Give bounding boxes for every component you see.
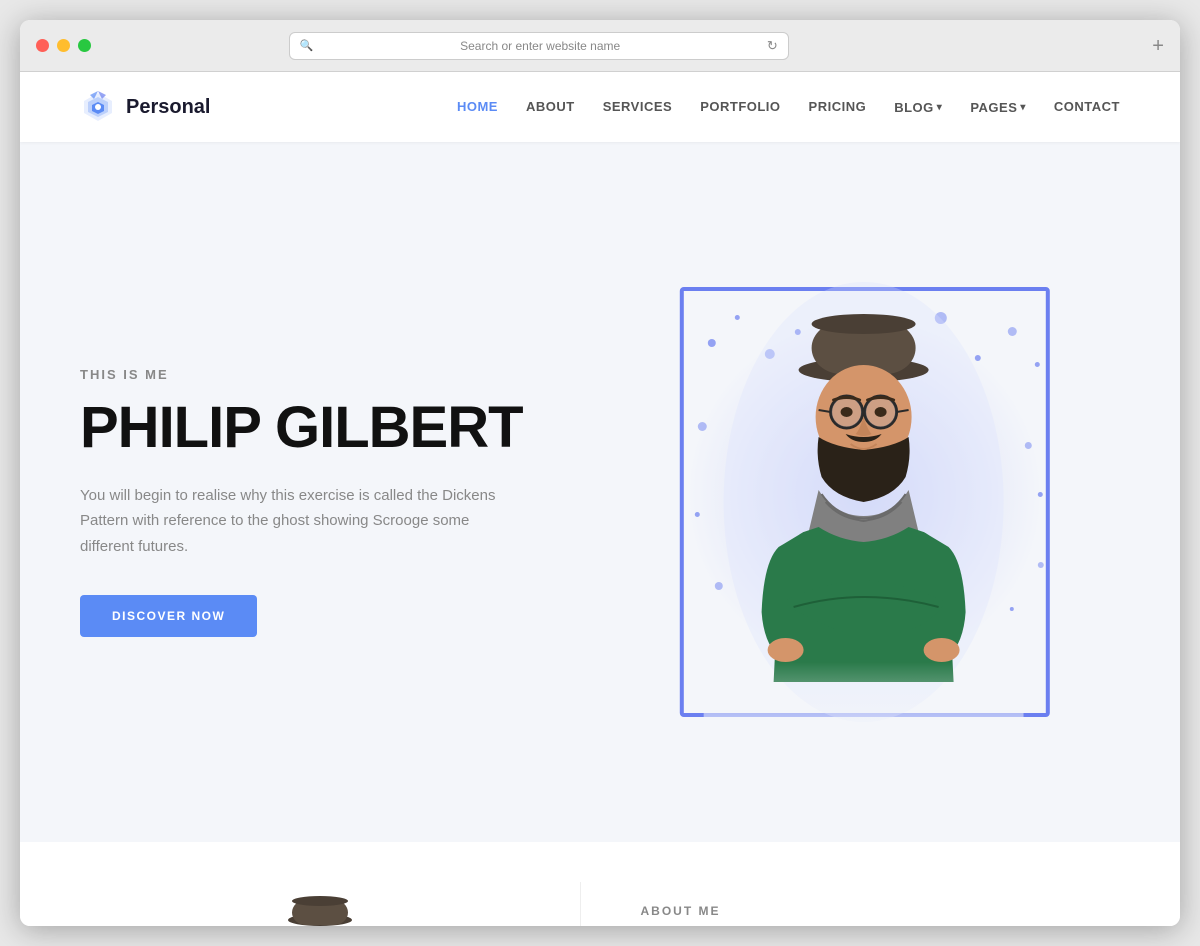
person-svg	[704, 262, 1024, 742]
dot	[1038, 562, 1044, 568]
website-content: Personal HOME ABOUT SERVICES PORTFOLIO P…	[20, 72, 1180, 926]
nav-link-blog[interactable]: BLOG ▾	[894, 100, 942, 115]
person-illustration	[694, 262, 1034, 762]
nav-link-services[interactable]: SERVICES	[603, 99, 673, 114]
refresh-icon[interactable]: ↻	[767, 38, 778, 54]
browser-window: 🔍 Search or enter website name ↻ + Perso…	[20, 20, 1180, 926]
nav-link-about[interactable]: ABOUT	[526, 99, 575, 114]
search-icon: 🔍	[300, 39, 314, 52]
hero-section: THIS IS ME PHILIP GILBERT You will begin…	[20, 142, 1180, 842]
hero-subtitle: THIS IS ME	[80, 367, 580, 382]
hero-description: You will begin to realise why this exerc…	[80, 483, 500, 560]
address-bar[interactable]: 🔍 Search or enter website name ↻	[289, 32, 789, 60]
logo-text: Personal	[126, 96, 210, 119]
nav-link-pricing[interactable]: PRICING	[809, 99, 867, 114]
hero-title: PHILIP GILBERT	[80, 398, 580, 459]
nav-item-services[interactable]: SERVICES	[603, 98, 673, 116]
section-divider	[580, 882, 581, 926]
minimize-button[interactable]	[57, 39, 70, 52]
dot	[1038, 492, 1043, 497]
maximize-button[interactable]	[78, 39, 91, 52]
dot	[1035, 362, 1040, 367]
nav-link-home[interactable]: HOME	[457, 99, 498, 114]
navbar: Personal HOME ABOUT SERVICES PORTFOLIO P…	[20, 72, 1180, 142]
browser-chrome: 🔍 Search or enter website name ↻ +	[20, 20, 1180, 72]
about-person-thumbnail	[80, 882, 560, 926]
nav-item-portfolio[interactable]: PORTFOLIO	[700, 98, 780, 116]
about-label: ABOUT ME	[641, 904, 1121, 918]
logo-icon	[80, 89, 116, 125]
thumbnail-person	[250, 882, 390, 926]
about-text-preview: ABOUT ME PERSONAL DETAILS	[601, 882, 1121, 926]
nav-link-pages[interactable]: PAGES ▾	[970, 100, 1026, 115]
nav-item-pricing[interactable]: PRICING	[809, 98, 867, 116]
nav-item-blog[interactable]: BLOG ▾	[894, 100, 942, 115]
nav-link-contact[interactable]: CONTACT	[1054, 99, 1120, 114]
nav-item-pages[interactable]: PAGES ▾	[970, 100, 1026, 115]
nav-item-contact[interactable]: CONTACT	[1054, 98, 1120, 116]
discover-now-button[interactable]: DISCOVER NOW	[80, 595, 257, 637]
nav-link-portfolio[interactable]: PORTFOLIO	[700, 99, 780, 114]
nav-item-home[interactable]: HOME	[457, 98, 498, 116]
chevron-down-icon: ▾	[1020, 102, 1026, 113]
logo[interactable]: Personal	[80, 89, 210, 125]
traffic-lights	[36, 39, 91, 52]
nav-links: HOME ABOUT SERVICES PORTFOLIO PRICING BL…	[457, 98, 1120, 116]
address-bar-text: Search or enter website name	[319, 39, 760, 53]
new-tab-button[interactable]: +	[1152, 36, 1164, 56]
hero-content: THIS IS ME PHILIP GILBERT You will begin…	[80, 367, 580, 637]
about-preview: ABOUT ME PERSONAL DETAILS	[20, 842, 1180, 926]
close-button[interactable]	[36, 39, 49, 52]
nav-item-about[interactable]: ABOUT	[526, 98, 575, 116]
hero-image-area	[580, 202, 1120, 802]
chevron-down-icon: ▾	[937, 102, 943, 113]
